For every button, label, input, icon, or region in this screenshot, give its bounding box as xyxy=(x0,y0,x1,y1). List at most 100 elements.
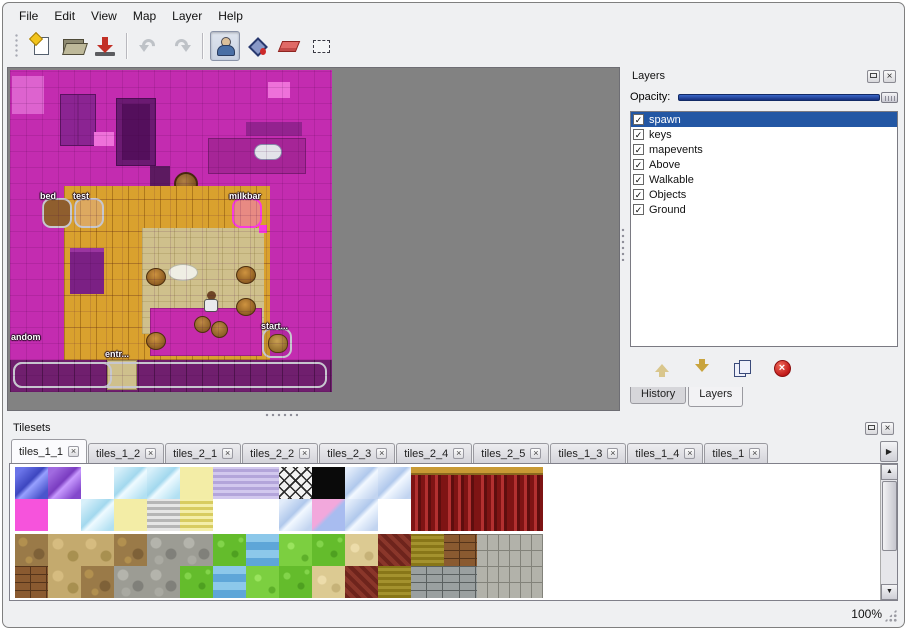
opacity-slider[interactable] xyxy=(678,91,898,104)
tileset-scrollbar[interactable]: ▲ ▼ xyxy=(880,464,897,600)
tile-curtain-mid[interactable] xyxy=(510,499,543,531)
layer-visibility-checkbox[interactable]: ✓ xyxy=(633,144,644,155)
tile-water[interactable] xyxy=(246,534,279,566)
tile-stone-slab[interactable] xyxy=(477,534,510,566)
tab-close-icon[interactable]: × xyxy=(607,448,618,459)
layer-row-Ground[interactable]: ✓Ground xyxy=(631,202,897,217)
tile-grass[interactable] xyxy=(279,566,312,598)
tileset-tab-tiles_1_4[interactable]: tiles_1_4× xyxy=(627,443,703,463)
menu-map[interactable]: Map xyxy=(125,7,164,25)
scroll-down-button[interactable]: ▼ xyxy=(881,584,898,600)
tab-close-icon[interactable]: × xyxy=(684,448,695,459)
scroll-up-button[interactable]: ▲ xyxy=(881,464,898,480)
tileset-view[interactable]: ▲ ▼ xyxy=(9,463,898,601)
tile-stripe-lav[interactable] xyxy=(213,467,246,499)
tile-sand[interactable] xyxy=(312,566,345,598)
layer-visibility-checkbox[interactable]: ✓ xyxy=(633,114,644,125)
tile-checker[interactable] xyxy=(279,467,312,499)
tile-shine-ltblue[interactable] xyxy=(345,499,378,531)
tile-dirt[interactable] xyxy=(81,566,114,598)
tile-sand[interactable] xyxy=(345,534,378,566)
tileset-tab-tiles_2_4[interactable]: tiles_2_4× xyxy=(396,443,472,463)
tile-white[interactable] xyxy=(213,499,246,531)
tile-stripe-lav[interactable] xyxy=(246,467,279,499)
horizontal-splitter[interactable] xyxy=(7,411,900,419)
tile-brick-brown[interactable] xyxy=(444,534,477,566)
tile-stone-tan[interactable] xyxy=(48,534,81,566)
layer-row-spawn[interactable]: ✓spawn xyxy=(631,112,897,127)
tile-curtain-top[interactable] xyxy=(411,467,444,499)
tileset-tab-tiles_2_2[interactable]: tiles_2_2× xyxy=(242,443,318,463)
delete-layer-button[interactable]: × xyxy=(770,356,794,380)
map-view[interactable]: bedtestmilkbarstart...andomentr... xyxy=(7,67,620,411)
toolbar-handle[interactable] xyxy=(14,33,20,59)
tile-stone-slab[interactable] xyxy=(477,566,510,598)
float-dock-button[interactable] xyxy=(867,70,880,83)
tile-white[interactable] xyxy=(378,499,411,531)
tile-shine-ltblue[interactable] xyxy=(378,467,411,499)
tab-close-icon[interactable]: × xyxy=(222,448,233,459)
tile-pale-yellow[interactable] xyxy=(114,499,147,531)
tab-close-icon[interactable]: × xyxy=(376,448,387,459)
redo-button[interactable] xyxy=(166,31,196,61)
select-button[interactable] xyxy=(306,31,336,61)
save-button[interactable] xyxy=(90,31,120,61)
resize-grip[interactable] xyxy=(884,609,897,622)
raise-layer-button[interactable] xyxy=(650,356,674,380)
tile-stone-tan[interactable] xyxy=(81,534,114,566)
map-canvas[interactable]: bedtestmilkbarstart...andomentr... xyxy=(10,70,332,392)
tileset-tab-tiles_1_2[interactable]: tiles_1_2× xyxy=(88,443,164,463)
tile-dirt[interactable] xyxy=(114,534,147,566)
tile-water[interactable] xyxy=(213,566,246,598)
scrollbar-thumb[interactable] xyxy=(882,481,897,551)
tile-white[interactable] xyxy=(48,499,81,531)
layer-row-Objects[interactable]: ✓Objects xyxy=(631,187,897,202)
layer-visibility-checkbox[interactable]: ✓ xyxy=(633,159,644,170)
undo-button[interactable] xyxy=(134,31,164,61)
close-dock-button[interactable]: × xyxy=(881,422,894,435)
tileset-tab-tiles_2_3[interactable]: tiles_2_3× xyxy=(319,443,395,463)
tile-ice[interactable] xyxy=(114,467,147,499)
tile-curtain-mid[interactable] xyxy=(444,499,477,531)
tile-grass[interactable] xyxy=(180,566,213,598)
layer-row-keys[interactable]: ✓keys xyxy=(631,127,897,142)
close-dock-button[interactable]: × xyxy=(883,70,896,83)
splitter-grip[interactable] xyxy=(621,227,625,261)
dock-tab-history[interactable]: History xyxy=(630,387,686,404)
tile-grass2[interactable] xyxy=(279,534,312,566)
stamp-button[interactable] xyxy=(210,31,240,61)
tile-brick-gray[interactable] xyxy=(411,566,444,598)
scroll-tabs-right-button[interactable]: ▶ xyxy=(880,441,898,462)
dock-tab-layers[interactable]: Layers xyxy=(688,387,743,407)
tile-olive[interactable] xyxy=(378,566,411,598)
layer-row-Walkable[interactable]: ✓Walkable xyxy=(631,172,897,187)
tile-maroon[interactable] xyxy=(345,566,378,598)
tile-curtain-mid[interactable] xyxy=(477,499,510,531)
tile-grass[interactable] xyxy=(312,534,345,566)
tile-ice[interactable] xyxy=(81,499,114,531)
float-dock-button[interactable] xyxy=(865,422,878,435)
tile-cobble[interactable] xyxy=(114,566,147,598)
tile-stone-tan[interactable] xyxy=(48,566,81,598)
tile-stripe-yellow[interactable] xyxy=(180,499,213,531)
tile-grass2[interactable] xyxy=(246,566,279,598)
tile-cobble[interactable] xyxy=(180,534,213,566)
tileset-tab-tiles_1_3[interactable]: tiles_1_3× xyxy=(550,443,626,463)
tileset-tab-tiles_2_1[interactable]: tiles_2_1× xyxy=(165,443,241,463)
tile-magenta[interactable] xyxy=(15,499,48,531)
eraser-button[interactable] xyxy=(274,31,304,61)
tile-dirt[interactable] xyxy=(15,534,48,566)
slider-handle[interactable] xyxy=(881,92,898,103)
layer-visibility-checkbox[interactable]: ✓ xyxy=(633,174,644,185)
tile-cobble[interactable] xyxy=(147,566,180,598)
splitter-grip[interactable] xyxy=(264,413,298,417)
menu-help[interactable]: Help xyxy=(210,7,251,25)
duplicate-layer-button[interactable] xyxy=(730,356,754,380)
layer-visibility-checkbox[interactable]: ✓ xyxy=(633,129,644,140)
layer-visibility-checkbox[interactable]: ✓ xyxy=(633,204,644,215)
fill-button[interactable] xyxy=(242,31,272,61)
tile-brick-gray[interactable] xyxy=(444,566,477,598)
tile-maroon[interactable] xyxy=(378,534,411,566)
tileset-tab-tiles_1[interactable]: tiles_1× xyxy=(704,443,768,463)
tab-close-icon[interactable]: × xyxy=(299,448,310,459)
